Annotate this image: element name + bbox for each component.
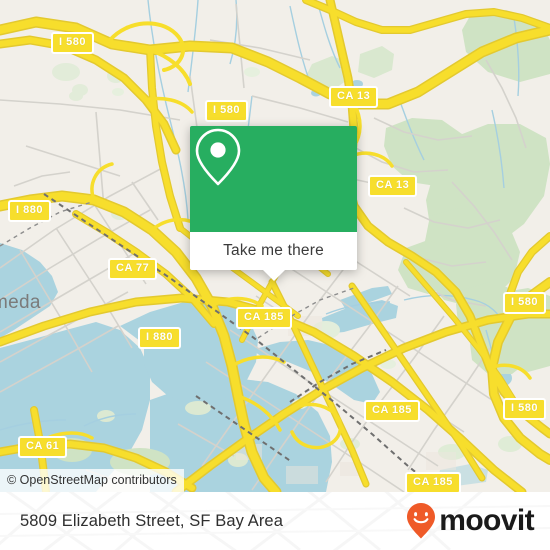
take-me-there-label: Take me there (223, 242, 324, 259)
popup-tail (262, 270, 285, 281)
popup-pin-area (190, 126, 357, 232)
shield-ca185-lower: CA 185 (364, 400, 420, 422)
destination-popup-card[interactable]: Take me there (190, 126, 357, 281)
location-pin-icon (195, 128, 241, 186)
osm-attribution[interactable]: © OpenStreetMap contributors (0, 469, 184, 492)
shield-ca13-mid: CA 13 (368, 175, 418, 197)
shield-ca77: CA 77 (108, 258, 158, 280)
shield-i580-right-upper: I 580 (503, 292, 546, 314)
shield-i580-right-lower: I 580 (503, 398, 546, 420)
popup-action-area[interactable]: Take me there (190, 232, 357, 281)
place-label-alameda: meda (0, 292, 41, 313)
footer-bar: 5809 Elizabeth Street, SF Bay Area moovi… (0, 492, 550, 550)
moovit-smiley-pin-icon (407, 503, 436, 539)
moovit-logo[interactable]: moovit (406, 502, 535, 540)
map-screenshot: meda I 580 I 580 CA 13 CA 13 I 880 CA 77… (0, 0, 550, 550)
map-canvas[interactable]: meda I 580 I 580 CA 13 CA 13 I 880 CA 77… (0, 0, 550, 492)
shield-ca13-top: CA 13 (329, 86, 379, 108)
shield-i880-left: I 880 (8, 200, 51, 222)
shield-i580-topleft: I 580 (51, 32, 94, 54)
shield-i580-topmid: I 580 (205, 100, 248, 122)
shield-ca185-bottom: CA 185 (405, 472, 461, 492)
moovit-wordmark: moovit (439, 504, 534, 537)
shield-ca185-mid: CA 185 (236, 307, 292, 329)
shield-ca61: CA 61 (18, 436, 68, 458)
shield-i880-mid: I 880 (138, 327, 181, 349)
address-label: 5809 Elizabeth Street, SF Bay Area (20, 511, 283, 530)
